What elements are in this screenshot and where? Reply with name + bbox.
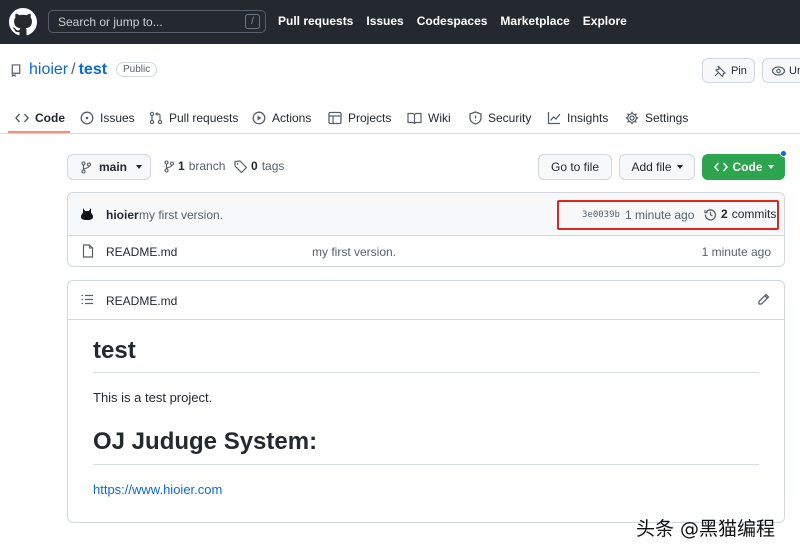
table-icon	[328, 111, 342, 125]
avatar[interactable]	[80, 207, 94, 221]
pin-icon	[714, 65, 726, 77]
commit-message[interactable]: my first version.	[139, 208, 223, 222]
tags-link[interactable]: 0 tags	[234, 159, 284, 173]
code-icon	[713, 162, 728, 172]
watermark: 头条 @黑猫编程	[636, 518, 776, 540]
readme-header: README.md	[68, 281, 784, 320]
file-age: 1 minute ago	[701, 245, 771, 259]
repo-tabs: Code Issues Pull requests Actions Projec…	[0, 100, 800, 134]
tag-word: tags	[261, 159, 285, 173]
file-browser: hioier my first version. 3e0039b 1 minut…	[67, 192, 785, 267]
readme-heading-2: OJ Juduge System:	[93, 428, 318, 455]
tab-label: Wiki	[428, 111, 451, 125]
global-header: Search or jump to... / Pull requests Iss…	[0, 0, 800, 44]
tab-settings[interactable]: Settings	[625, 108, 688, 128]
play-icon	[252, 111, 266, 125]
tab-label: Actions	[272, 111, 312, 125]
global-nav: Pull requests Issues Codespaces Marketpl…	[278, 14, 627, 28]
unwatch-label: Unwatch	[789, 65, 800, 77]
heading-divider	[93, 372, 759, 373]
repo-name-link[interactable]: test	[79, 61, 107, 78]
add-file-label: Add file	[631, 160, 672, 174]
gear-icon	[625, 111, 639, 125]
tab-insights[interactable]: Insights	[547, 108, 608, 128]
readme-link[interactable]: https://www.hioier.com	[93, 482, 222, 497]
pencil-icon[interactable]	[757, 293, 770, 306]
nav-explore[interactable]: Explore	[583, 14, 627, 28]
shield-icon	[469, 111, 482, 125]
issue-icon	[80, 111, 94, 125]
unwatch-button[interactable]: Unwatch	[762, 58, 800, 83]
tab-actions[interactable]: Actions	[252, 108, 311, 128]
branch-icon	[164, 159, 174, 173]
heading-divider	[93, 464, 759, 465]
search-shortcut-key: /	[245, 14, 260, 29]
repo-owner-link[interactable]: hioier	[29, 61, 68, 78]
file-commit-message[interactable]: my first version.	[312, 245, 396, 259]
tab-label: Code	[35, 111, 65, 125]
go-to-file-label: Go to file	[550, 160, 600, 174]
tab-label: Settings	[645, 111, 689, 125]
tab-projects[interactable]: Projects	[328, 108, 391, 128]
tab-label: Security	[488, 111, 532, 125]
search-placeholder: Search or jump to...	[58, 15, 163, 29]
repo-separator: /	[71, 61, 76, 78]
readme-panel: README.md test This is a test project. O…	[67, 280, 785, 523]
go-to-file-button[interactable]: Go to file	[538, 154, 612, 180]
code-button-label: Code	[732, 160, 763, 174]
tab-security[interactable]: Security	[469, 108, 531, 128]
chevron-down-icon	[767, 165, 774, 169]
list-unordered-icon[interactable]	[81, 294, 93, 305]
eye-icon	[772, 66, 785, 76]
branch-select[interactable]: main	[67, 154, 151, 180]
tab-label: Pull requests	[169, 111, 239, 125]
table-row[interactable]: README.md my first version. 1 minute ago	[68, 236, 784, 266]
selected-tab-underline	[8, 131, 70, 133]
tab-issues[interactable]: Issues	[80, 108, 135, 128]
nav-issues[interactable]: Issues	[366, 14, 403, 28]
add-file-button[interactable]: Add file	[619, 154, 695, 180]
github-logo-icon[interactable]	[9, 8, 37, 36]
readme-title[interactable]: README.md	[106, 294, 177, 308]
repo-icon	[11, 64, 21, 77]
tab-label: Issues	[100, 111, 135, 125]
readme-heading-1: test	[93, 337, 136, 364]
repo-breadcrumb: hioier / test	[29, 61, 107, 79]
pull-request-icon	[149, 111, 163, 125]
search-input[interactable]: Search or jump to... /	[48, 10, 266, 33]
branches-link[interactable]: 1 branch	[164, 159, 225, 173]
nav-marketplace[interactable]: Marketplace	[500, 14, 569, 28]
notification-dot	[780, 150, 787, 157]
branch-word: branch	[188, 159, 226, 173]
tab-label: Insights	[567, 111, 609, 125]
chevron-down-icon	[136, 165, 143, 169]
annotation-highlight-box	[557, 200, 779, 230]
file-name[interactable]: README.md	[106, 245, 177, 259]
branch-name: main	[99, 160, 128, 174]
tab-label: Projects	[348, 111, 392, 125]
pin-button[interactable]: Pin	[702, 58, 755, 83]
tag-icon	[234, 159, 247, 173]
tag-count: 0	[251, 159, 258, 173]
chevron-down-icon	[676, 165, 683, 169]
nav-pull-requests[interactable]: Pull requests	[278, 14, 353, 28]
readme-paragraph: This is a test project.	[93, 390, 213, 405]
file-icon	[82, 244, 94, 258]
nav-codespaces[interactable]: Codespaces	[417, 14, 488, 28]
latest-commit-bar: hioier my first version. 3e0039b 1 minut…	[68, 193, 784, 236]
visibility-badge: Public	[116, 62, 158, 77]
tab-code[interactable]: Code	[15, 108, 65, 128]
code-icon	[15, 113, 29, 123]
book-icon	[407, 112, 422, 124]
commit-author[interactable]: hioier	[106, 208, 139, 222]
code-button[interactable]: Code	[702, 154, 785, 180]
branch-icon	[81, 160, 91, 174]
graph-icon	[547, 112, 561, 125]
tab-pull-requests[interactable]: Pull requests	[149, 108, 238, 128]
pin-label: Pin	[731, 65, 747, 77]
branch-count: 1	[178, 159, 185, 173]
tab-wiki[interactable]: Wiki	[407, 108, 451, 128]
